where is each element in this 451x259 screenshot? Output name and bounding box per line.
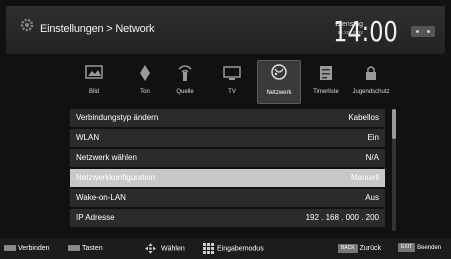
- setting-row-ip-adresse[interactable]: IP Adresse 192 . 168 . 000 . 200: [70, 209, 385, 227]
- clock: 14:00: [333, 15, 398, 48]
- red-button-icon: [4, 245, 16, 252]
- picture-icon: [85, 65, 103, 79]
- setting-key: IP Adresse: [76, 213, 115, 222]
- menu-item-jugendschutz[interactable]: Jugendschutz: [350, 62, 392, 102]
- setting-value: Ein: [367, 133, 379, 142]
- exit-key-badge: EXIT: [398, 243, 416, 252]
- network-globe-icon: [271, 64, 287, 80]
- setting-row-verbindungstyp[interactable]: Verbindungstyp ändern Kabellos: [70, 109, 385, 127]
- hint-connect: Verbinden: [4, 243, 50, 254]
- menu-item-quelle[interactable]: Quelle: [164, 62, 206, 102]
- hint-exit: EXIT Beenden: [398, 243, 441, 254]
- list-scrollbar[interactable]: [392, 109, 396, 231]
- setting-value: Aus: [365, 193, 379, 202]
- hint-back-label: Zurück: [359, 245, 382, 252]
- hint-input-mode-label: Eingabemodus: [217, 245, 264, 253]
- network-settings-list: Verbindungstyp ändern Kabellos WLAN Ein …: [70, 109, 385, 229]
- footer-hint-bar: Verbinden Tasten Wählen Eingabemodus BAC…: [0, 238, 451, 259]
- menu-label: Jugendschutz: [352, 89, 390, 95]
- status-indicator: [411, 26, 435, 37]
- hint-input-mode: Eingabemodus: [203, 243, 264, 254]
- menu-item-timerliste[interactable]: Timerliste: [305, 62, 347, 102]
- setting-key: Netzwerkkonfiguration: [76, 173, 156, 182]
- dpad-icon: [145, 243, 156, 254]
- indicator-dot: [416, 30, 419, 33]
- hint-exit-label: Beenden: [417, 245, 442, 252]
- menu-item-tv[interactable]: TV: [211, 62, 253, 102]
- settings-category-bar: Bild Ton Quelle TV Netzwerk Timerliste J…: [0, 60, 451, 104]
- menu-item-bild[interactable]: Bild: [73, 62, 115, 102]
- indicator-dot: [427, 30, 430, 33]
- hint-keys-label: Tasten: [82, 245, 103, 252]
- setting-key: Wake-on-LAN: [76, 193, 126, 202]
- speaker-icon: [140, 65, 150, 81]
- hint-select-label: Wählen: [161, 245, 185, 253]
- hint-back: BACK Zurück: [338, 243, 381, 254]
- setting-row-wlan[interactable]: WLAN Ein: [70, 129, 385, 147]
- scrollbar-thumb[interactable]: [392, 109, 396, 139]
- setting-row-netzwerkkonfiguration[interactable]: Netzwerkkonfiguration Manuell: [70, 169, 385, 187]
- setting-row-wake-on-lan[interactable]: Wake-on-LAN Aus: [70, 189, 385, 207]
- setting-value: Kabellos: [348, 113, 379, 122]
- breadcrumb: Einstellungen > Network: [40, 23, 155, 35]
- setting-key: Netzwerk wählen: [76, 153, 137, 162]
- source-icon: [178, 65, 192, 81]
- menu-item-ton[interactable]: Ton: [124, 62, 166, 102]
- header-bar: Einstellungen > Network Dienstag xx.xxx.…: [6, 6, 445, 54]
- setting-row-netzwerk-waehlen[interactable]: Netzwerk wählen N/A: [70, 149, 385, 167]
- hint-keys: Tasten: [68, 243, 103, 254]
- setting-value: Manuell: [350, 173, 379, 182]
- timer-list-icon: [320, 66, 332, 80]
- setting-value: 192 . 168 . 000 . 200: [305, 213, 379, 222]
- tv-icon: [223, 66, 241, 80]
- menu-item-netzwerk[interactable]: Netzwerk: [257, 60, 301, 104]
- setting-key: Verbindungstyp ändern: [76, 113, 159, 122]
- numeric-keypad-icon: [203, 243, 214, 254]
- hint-select: Wählen: [145, 243, 185, 254]
- setting-value: N/A: [365, 153, 379, 162]
- menu-label: Bild: [88, 89, 99, 95]
- parental-lock-icon: [366, 66, 376, 80]
- setting-key: WLAN: [76, 133, 100, 142]
- keys-button-icon: [68, 245, 80, 252]
- gear-icon: [20, 18, 34, 32]
- hint-connect-label: Verbinden: [18, 245, 50, 252]
- back-key-badge: BACK: [338, 243, 358, 253]
